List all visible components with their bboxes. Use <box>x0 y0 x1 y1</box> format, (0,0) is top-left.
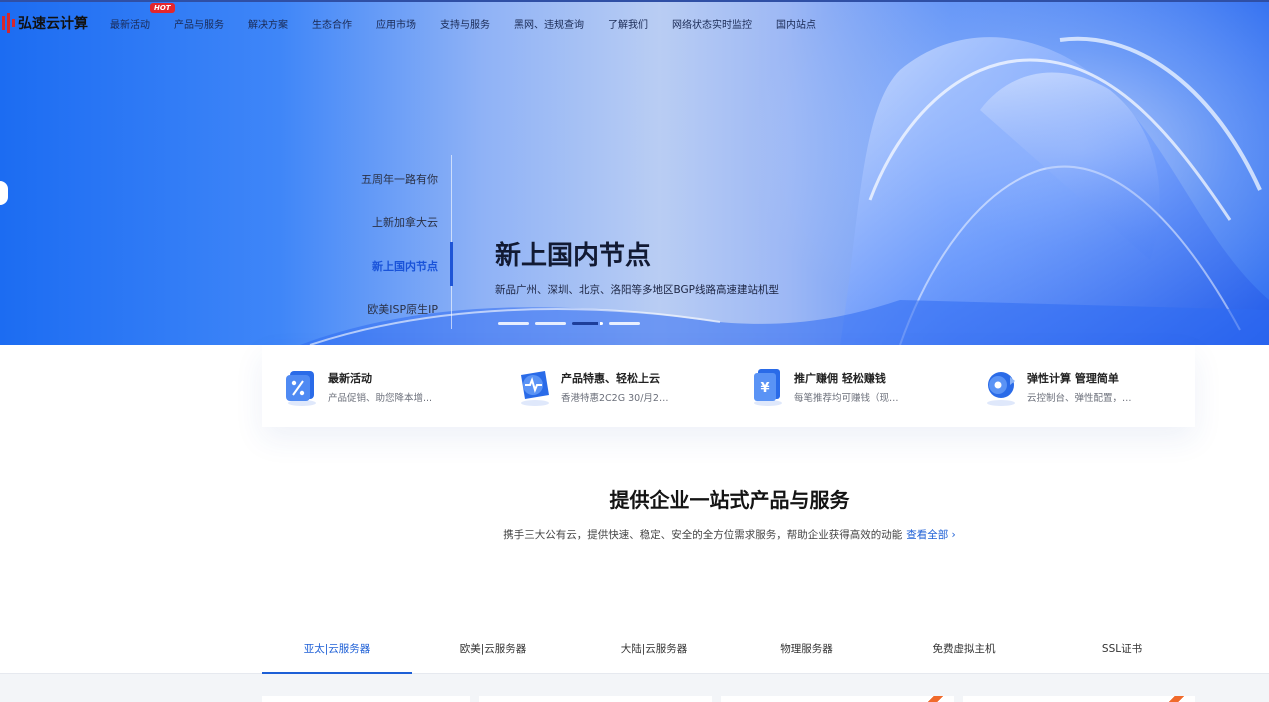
product-card[interactable] <box>721 696 954 702</box>
tab-mainland-cloud[interactable]: 大陆|云服务器 <box>574 630 734 674</box>
nav-menu: 最新活动 HOT 产品与服务 解决方案 生态合作 应用市场 支持与服务 黑网、违规… <box>110 2 840 31</box>
tab-apac-cloud[interactable]: 亚太|云服务器 <box>262 630 412 674</box>
nav-item-ecosystem[interactable]: 生态合作 <box>312 16 352 31</box>
hero-menu-item-active[interactable]: 新上国内节点 <box>372 258 438 274</box>
nav-item-app-market[interactable]: 应用市场 <box>376 16 416 31</box>
view-all-link[interactable]: 查看全部 › <box>906 529 956 541</box>
nav-item-about[interactable]: 了解我们 <box>608 16 648 31</box>
carousel-dot[interactable] <box>535 322 566 325</box>
card-ribbon <box>921 696 943 702</box>
feature-card-elastic[interactable]: 弹性计算 管理简单 云控制台、弹性配置，灵活管... <box>961 345 1194 427</box>
hero-menu-active-indicator <box>450 242 453 286</box>
product-tabs: 亚太|云服务器 欧美|云服务器 大陆|云服务器 物理服务器 免费虚拟主机 SSL… <box>262 630 1195 674</box>
tab-physical-server[interactable]: 物理服务器 <box>734 630 879 674</box>
monitor-pulse-icon <box>521 371 549 406</box>
carousel-dot-active[interactable] <box>572 322 603 325</box>
feature-card-deals[interactable]: 产品特惠、轻松上云 香港特惠2C2G 30/月230... <box>495 345 728 427</box>
nav-item-support[interactable]: 支持与服务 <box>440 16 490 31</box>
top-border <box>0 0 1269 2</box>
product-card[interactable] <box>262 696 470 702</box>
hero-slide-menu: 五周年一路有你 上新加拿大云 新上国内节点 欧美ISP原生IP <box>340 155 453 329</box>
nav-item-network-status[interactable]: 网络状态实时监控 <box>672 16 752 31</box>
section-subtitle: 携手三大公有云，提供快速、稳定、安全的全方位需求服务，帮助企业获得高效的动能 查看… <box>0 527 1269 542</box>
nav-item-solutions[interactable]: 解决方案 <box>248 16 288 31</box>
hero-subtitle: 新品广州、深圳、北京、洛阳等多地区BGP线路高速建站机型 <box>495 284 779 296</box>
section-title: 提供企业一站式产品与服务 <box>609 488 850 512</box>
product-card[interactable] <box>479 696 712 702</box>
carousel-dot[interactable] <box>609 322 640 325</box>
feature-title: 弹性计算 管理简单 <box>1027 372 1119 385</box>
carousel-dot[interactable] <box>498 322 529 325</box>
feature-title: 最新活动 <box>328 372 372 385</box>
tab-ssl[interactable]: SSL证书 <box>1049 630 1195 674</box>
nav-item-products[interactable]: 产品与服务 <box>174 16 224 31</box>
discount-icon <box>286 371 316 406</box>
tab-free-vhost[interactable]: 免费虚拟主机 <box>879 630 1049 674</box>
hero-menu-item[interactable]: 欧美ISP原生IP <box>367 301 438 317</box>
card-ribbon <box>1162 696 1184 702</box>
nav-item-activities[interactable]: 最新活动 HOT <box>110 2 175 31</box>
hero-title: 新上国内节点 <box>495 241 652 271</box>
nav-item-domestic-site[interactable]: 国内站点 <box>776 16 816 31</box>
nav-item-label: 最新活动 <box>110 19 150 31</box>
feature-desc: 香港特惠2C2G 30/月230... <box>561 393 673 404</box>
feature-desc: 产品促销、助您降本增... <box>328 393 433 404</box>
logo-mark-icon <box>2 13 16 33</box>
tab-us-eu-cloud[interactable]: 欧美|云服务器 <box>412 630 574 674</box>
section-subtitle-text: 携手三大公有云，提供快速、稳定、安全的全方位需求服务，帮助企业获得高效的动能 <box>503 529 903 541</box>
product-card[interactable] <box>963 696 1195 702</box>
top-nav: 弘速云计算 最新活动 HOT 产品与服务 解决方案 生态合作 应用市场 支持与服务… <box>0 0 1269 46</box>
hero-menu-item[interactable]: 上新加拿大云 <box>372 214 438 230</box>
feature-card-activities[interactable]: 最新活动 产品促销、助您降本增... <box>262 345 495 427</box>
hot-badge: HOT <box>150 2 175 13</box>
feature-desc: 每笔推荐均可赚钱（现金返佣... <box>794 393 906 404</box>
carousel-indicators <box>498 322 646 325</box>
gear-cloud-icon <box>987 372 1015 406</box>
feature-desc: 云控制台、弹性配置，灵活管... <box>1027 393 1139 404</box>
feature-card-referral[interactable]: ¥ 推广赚佣 轻松赚钱 每笔推荐均可赚钱（现金返佣... <box>728 345 961 427</box>
logo[interactable]: 弘速云计算 <box>2 8 102 38</box>
nav-item-blacklist-query[interactable]: 黑网、违规查询 <box>514 16 584 31</box>
logo-text: 弘速云计算 <box>18 16 88 32</box>
feature-cards: 最新活动 产品促销、助您降本增... 产品特惠、轻松上云 香港特惠2C2G 30… <box>262 345 1195 427</box>
feature-title: 推广赚佣 轻松赚钱 <box>794 372 886 385</box>
yen-shield-icon: ¥ <box>754 369 782 406</box>
svg-text:¥: ¥ <box>760 381 769 396</box>
hero-menu-item[interactable]: 五周年一路有你 <box>361 171 438 187</box>
feature-title: 产品特惠、轻松上云 <box>561 372 660 385</box>
